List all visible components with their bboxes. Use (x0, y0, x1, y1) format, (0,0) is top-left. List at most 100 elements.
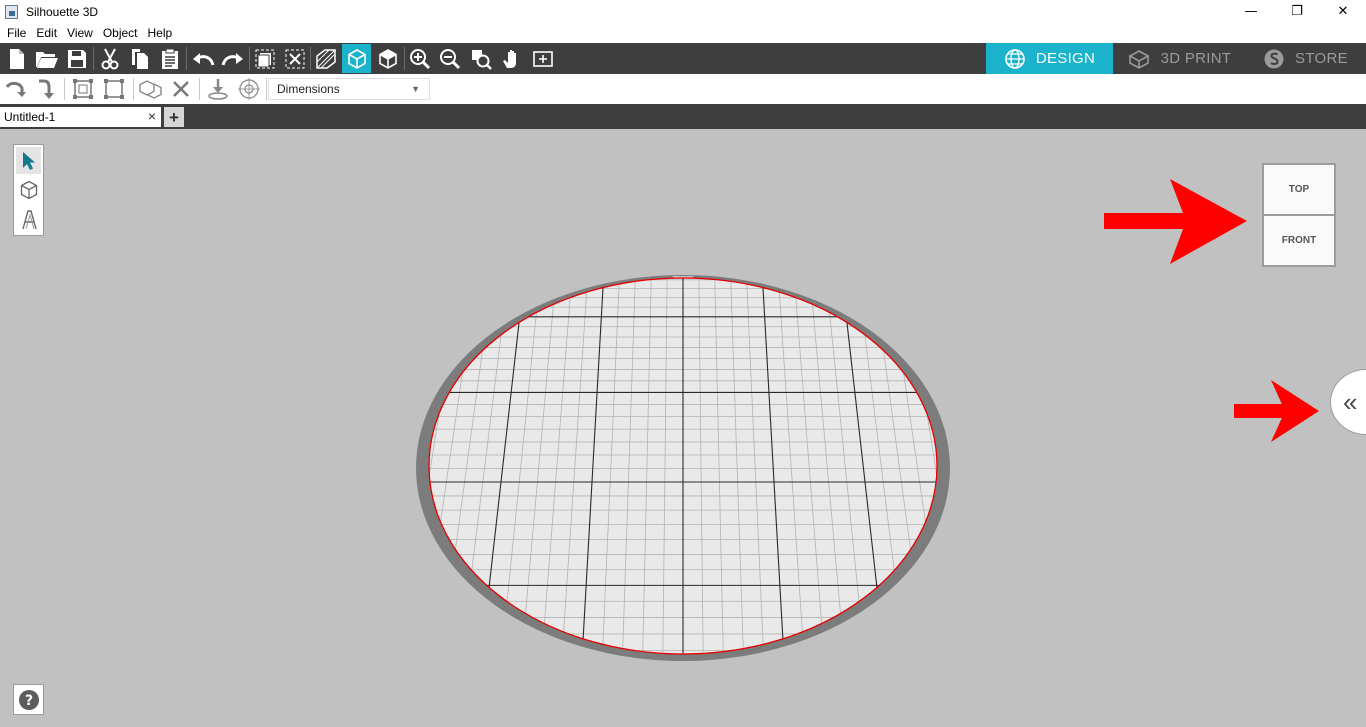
cube-icon (20, 180, 37, 199)
dimensions-select-value: Dimensions (277, 82, 340, 96)
drop-to-bed-icon (208, 79, 228, 100)
zoom-in-button[interactable] (405, 44, 434, 73)
view-cube-front[interactable]: FRONT (1262, 215, 1336, 267)
double-chevron-left-icon: « (1343, 386, 1358, 417)
close-window-button[interactable]: ✕ (1320, 0, 1366, 23)
help-button[interactable]: ? (13, 684, 44, 715)
delete-button[interactable] (168, 77, 194, 101)
view-cube-top[interactable]: TOP (1262, 163, 1336, 215)
fit-to-page-button[interactable] (528, 44, 557, 73)
add-tab-button[interactable]: + (164, 107, 184, 127)
globe-icon (1005, 48, 1025, 69)
drop-to-bed-button[interactable] (205, 77, 231, 101)
3d-print-icon (1127, 49, 1150, 69)
close-tab-icon[interactable]: × (148, 108, 156, 124)
group-button[interactable] (70, 77, 96, 101)
help-label: ? (24, 693, 32, 709)
title-bar: Silhouette 3D — ❐ ✕ (0, 0, 1366, 23)
zoom-selection-icon (471, 49, 492, 70)
dimensions-select[interactable]: Dimensions ▼ (268, 78, 430, 100)
tab-store[interactable]: STORE (1245, 43, 1366, 74)
menu-edit[interactable]: Edit (31, 23, 62, 43)
ungroup-icon (104, 79, 124, 99)
boolean-icon (139, 80, 162, 99)
view-cube: TOP FRONT (1262, 163, 1336, 267)
select-arrow-icon (22, 151, 35, 170)
menu-bar: File Edit View Object Help (0, 23, 1366, 43)
print-bed-view (416, 179, 1319, 661)
tab-design-label: DESIGN (1035, 50, 1096, 67)
iso-view-button[interactable] (373, 44, 402, 73)
undo-button[interactable] (188, 44, 217, 73)
deselect-button[interactable] (280, 44, 309, 73)
save-button[interactable] (62, 44, 91, 73)
deselect-icon (285, 49, 304, 68)
toolbar-separator (133, 78, 134, 100)
shape-tool-button[interactable] (16, 176, 41, 203)
window-title: Silhouette 3D (26, 4, 99, 19)
paste-icon (161, 48, 178, 69)
pan-hand-icon (502, 49, 516, 68)
redo-button[interactable] (218, 44, 247, 73)
document-tab[interactable]: Untitled-1 × (0, 107, 161, 127)
copy-button[interactable] (125, 44, 154, 73)
new-file-button[interactable] (2, 44, 31, 73)
zoom-out-button[interactable] (435, 44, 464, 73)
center-icon (238, 78, 260, 100)
app-icon (4, 4, 20, 20)
ungroup-button[interactable] (101, 77, 127, 101)
design-canvas[interactable]: ? TOP FRONT « (0, 129, 1366, 727)
rotate-left-button[interactable] (2, 77, 28, 101)
dropdown-arrow-icon: ▼ (411, 84, 420, 94)
tab-design[interactable]: DESIGN (986, 43, 1113, 74)
new-file-icon (9, 48, 24, 69)
menu-file[interactable]: File (2, 23, 31, 43)
toolbar-separator (266, 78, 267, 100)
tab-3d-print[interactable]: 3D PRINT (1113, 43, 1245, 74)
perspective-button[interactable] (311, 44, 340, 73)
tab-store-label: STORE (1295, 50, 1348, 67)
document-tab-label: Untitled-1 (4, 110, 56, 124)
save-icon (67, 49, 86, 68)
maximize-button[interactable]: ❐ (1274, 0, 1320, 23)
toolbar-separator (93, 47, 94, 70)
center-button[interactable] (236, 77, 262, 101)
tab-3d-print-label: 3D PRINT (1160, 50, 1232, 67)
undo-icon (192, 52, 214, 65)
3d-view-button[interactable] (342, 44, 371, 73)
main-toolbar: DESIGN 3D PRINT STORE (0, 43, 1366, 74)
pan-button[interactable] (497, 44, 526, 73)
annotation-arrow-view-cube (1104, 179, 1247, 264)
select-all-button[interactable] (250, 44, 279, 73)
rotate-down-icon (39, 79, 54, 99)
group-icon (73, 79, 93, 99)
zoom-out-icon (439, 48, 460, 69)
iso-view-icon (378, 48, 397, 69)
store-icon (1264, 49, 1284, 68)
help-icon: ? (18, 689, 39, 710)
toolbar-separator (186, 47, 187, 70)
toolbar-separator (64, 78, 65, 100)
object-toolbar: Dimensions ▼ (0, 74, 1366, 104)
cut-button[interactable] (95, 44, 124, 73)
menu-object[interactable]: Object (98, 23, 143, 43)
select-all-icon (255, 49, 274, 68)
zoom-selection-button[interactable] (466, 44, 495, 73)
menu-help[interactable]: Help (143, 23, 178, 43)
window-controls: — ❐ ✕ (1228, 0, 1366, 23)
minimize-button[interactable]: — (1228, 0, 1274, 23)
open-button[interactable] (32, 44, 61, 73)
rotate-down-button[interactable] (32, 77, 58, 101)
text-tool-button[interactable] (16, 206, 41, 233)
paste-button[interactable] (155, 44, 184, 73)
boolean-button[interactable] (138, 77, 164, 101)
delete-icon (173, 81, 189, 97)
select-tool-button[interactable] (16, 147, 41, 174)
document-tab-bar: Untitled-1 × + (0, 104, 1366, 129)
copy-icon (131, 48, 148, 69)
menu-view[interactable]: View (62, 23, 98, 43)
open-folder-icon (35, 51, 58, 68)
fit-to-page-icon (532, 50, 553, 67)
rotate-left-icon (5, 81, 26, 97)
zoom-in-icon (409, 48, 430, 69)
